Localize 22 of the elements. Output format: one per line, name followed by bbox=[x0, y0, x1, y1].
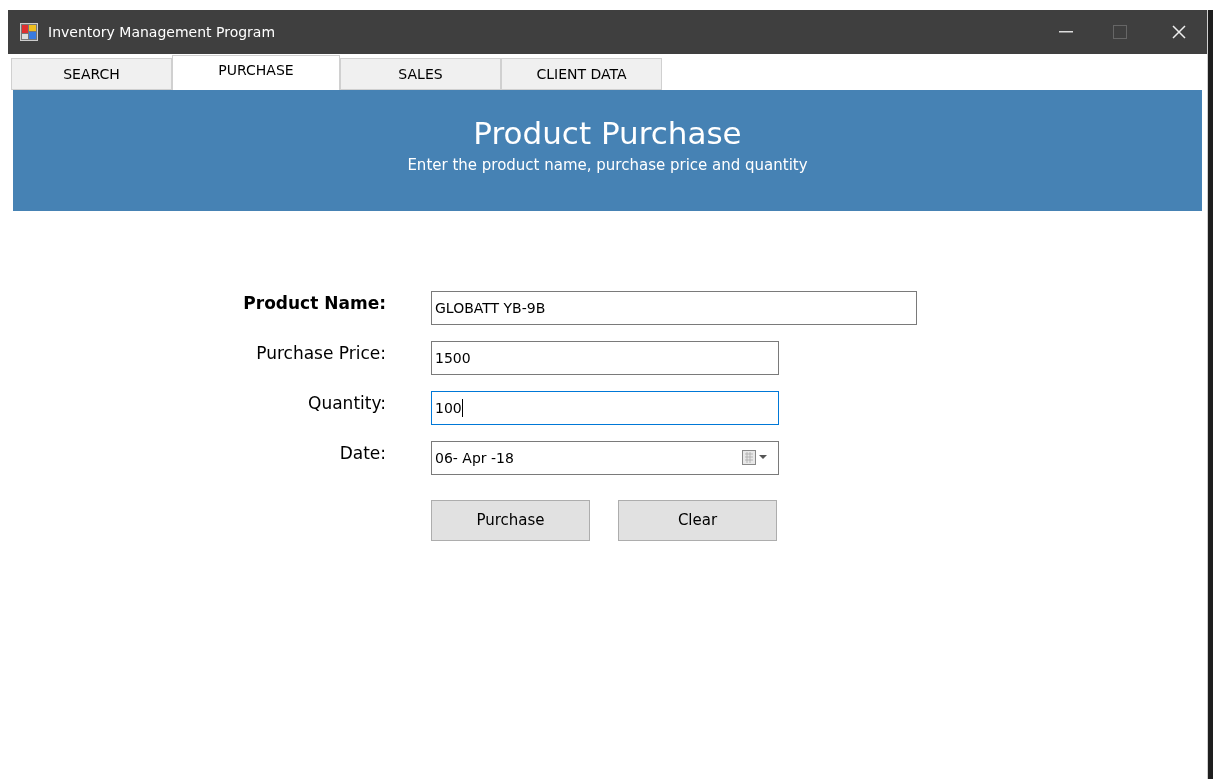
action-button[interactable]: Purchase bbox=[431, 500, 590, 541]
date-picker[interactable]: 06- Apr -18 bbox=[431, 441, 779, 475]
input-field[interactable]: GLOBATT YB-9B bbox=[431, 291, 917, 325]
app-icon bbox=[20, 23, 38, 41]
banner-title: Product Purchase bbox=[473, 114, 742, 152]
tab[interactable]: CLIENT DATA bbox=[501, 58, 662, 90]
minimize-icon bbox=[1059, 31, 1073, 33]
field-label: Date: bbox=[339, 442, 386, 465]
field-label: Product Name: bbox=[243, 292, 386, 315]
tab[interactable]: SEARCH bbox=[11, 58, 172, 90]
tab[interactable]: SALES bbox=[340, 58, 501, 90]
calendar-dropdown-icon[interactable] bbox=[742, 450, 768, 466]
maximize-icon bbox=[1113, 25, 1127, 39]
action-button[interactable]: Clear bbox=[618, 500, 777, 541]
tab[interactable]: PURCHASE bbox=[172, 55, 340, 90]
banner-subtitle: Enter the product name, purchase price and quantity bbox=[407, 155, 808, 176]
window-title: Inventory Management Program bbox=[48, 22, 276, 42]
input-field[interactable]: 1500 bbox=[431, 341, 779, 375]
field-label: Quantity: bbox=[308, 392, 386, 415]
close-icon bbox=[1172, 25, 1186, 39]
input-field[interactable]: 100 bbox=[431, 391, 779, 425]
field-label: Purchase Price: bbox=[256, 342, 386, 365]
